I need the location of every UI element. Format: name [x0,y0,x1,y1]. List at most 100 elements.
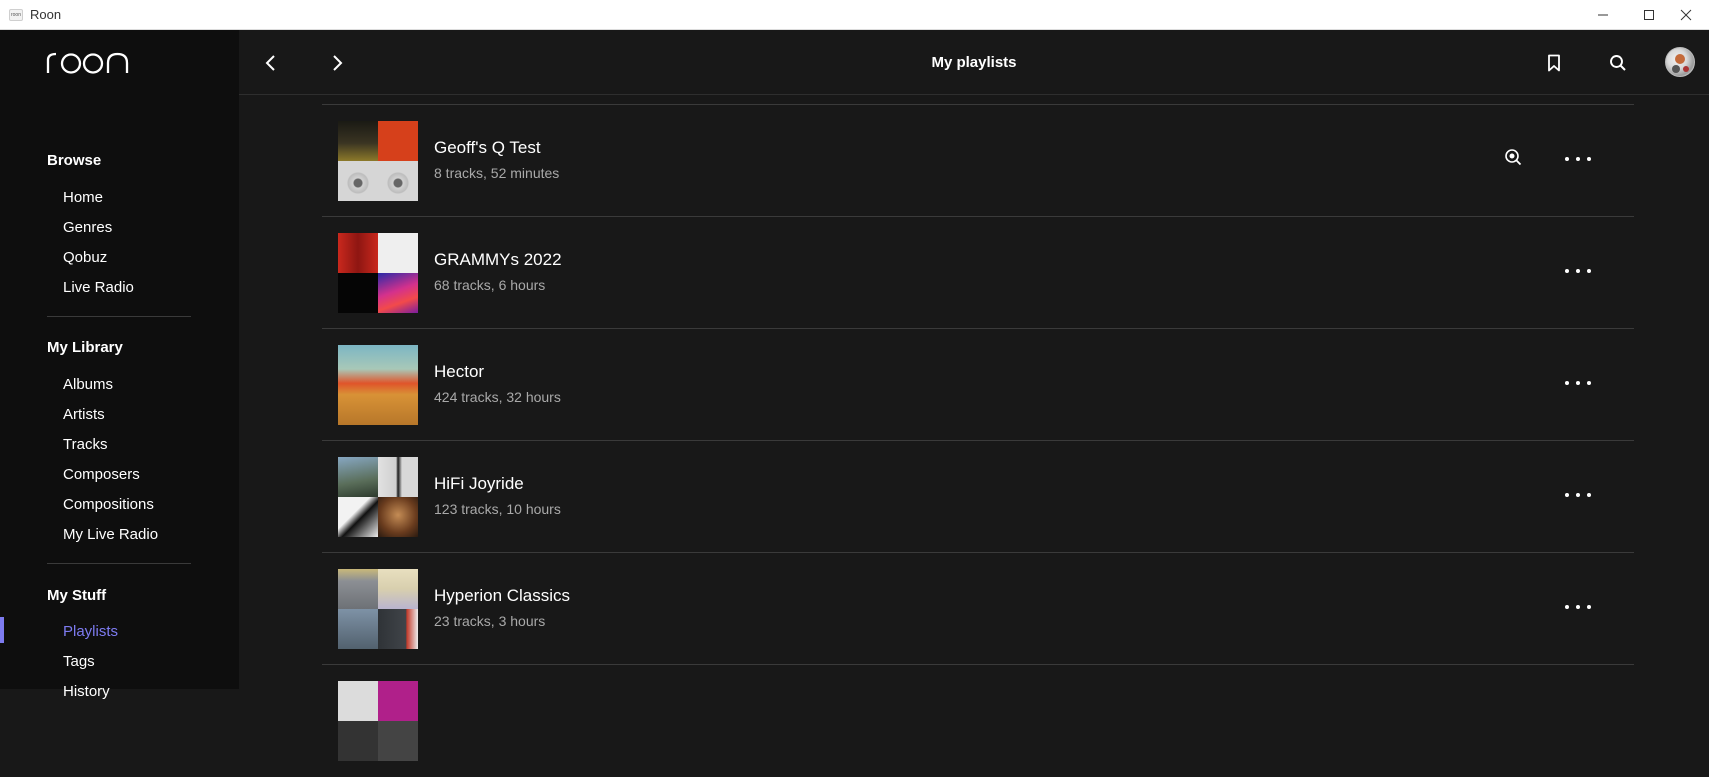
sidebar-item-tracks[interactable]: Tracks [63,436,107,453]
sidebar-item-live-radio[interactable]: Live Radio [63,279,134,296]
maximize-icon [1644,10,1654,20]
more-options-button[interactable] [1565,373,1591,393]
playlist-name[interactable]: GRAMMYs 2022 [434,250,562,270]
cover-tile [338,161,378,201]
more-options-button[interactable] [1565,261,1591,281]
close-window-button[interactable] [1663,0,1709,30]
close-icon [1680,9,1692,21]
cover-tile [338,233,378,273]
list-item[interactable]: HiFi Joyride 123 tracks, 10 hours [322,441,1634,553]
roon-logo-icon [46,52,129,74]
ellipsis-dot-icon [1587,381,1591,385]
sidebar-item-genres[interactable]: Genres [63,219,112,236]
cover-tile [338,121,378,161]
sidebar-item-home[interactable]: Home [63,189,103,206]
cover-tile [338,569,378,609]
playlist-cover [338,569,418,649]
cover-tile [338,721,378,761]
sidebar-divider [47,316,191,317]
ellipsis-dot-icon [1576,605,1580,609]
more-options-button[interactable] [1565,597,1591,617]
window-titlebar: roon Roon [0,0,1709,30]
active-indicator [0,617,4,643]
cover-tile [338,457,378,497]
sidebar-item-artists[interactable]: Artists [63,406,105,423]
sidebar: Browse Home Genres Qobuz Live Radio My L… [0,30,239,700]
my-stuff-heading[interactable]: My Stuff [47,587,106,604]
sidebar-item-compositions[interactable]: Compositions [63,496,154,513]
sidebar-item-composers[interactable]: Composers [63,466,140,483]
playlist-cover [338,457,418,537]
playlist-cover [338,121,418,201]
playlist-name[interactable]: Hector [434,362,484,382]
ellipsis-dot-icon [1587,269,1591,273]
playlist-meta: 23 tracks, 3 hours [434,613,546,629]
sidebar-item-my-live-radio[interactable]: My Live Radio [63,526,158,543]
more-options-button[interactable] [1565,485,1591,505]
ellipsis-dot-icon [1587,493,1591,497]
list-item[interactable]: Hector 424 tracks, 32 hours [322,329,1634,441]
cover-tile [338,273,378,313]
playlist-meta: 8 tracks, 52 minutes [434,165,560,181]
cover-tile [378,497,418,537]
cover-tile [378,273,418,313]
minimize-icon [1598,14,1608,16]
ellipsis-dot-icon [1565,157,1569,161]
profile-avatar[interactable] [1665,47,1695,77]
browse-heading[interactable]: Browse [47,152,101,169]
ellipsis-dot-icon [1565,269,1569,273]
cover-tile [338,609,378,649]
focus-search-icon [1505,149,1522,166]
ellipsis-dot-icon [1576,381,1580,385]
roon-logo[interactable] [46,48,130,79]
list-item[interactable]: GRAMMYs 2022 68 tracks, 6 hours [322,217,1634,329]
playlist-cover [338,233,418,313]
sidebar-item-qobuz[interactable]: Qobuz [63,249,107,266]
cover-tile [338,497,378,537]
playlist-meta: 123 tracks, 10 hours [434,501,561,517]
list-item[interactable] [322,665,1634,777]
cover-tile [378,457,418,497]
ellipsis-dot-icon [1576,493,1580,497]
sidebar-divider [47,563,191,564]
ellipsis-dot-icon [1576,157,1580,161]
cover-tile [378,681,418,721]
bookmark-icon [1548,54,1560,72]
playlist-cover [338,681,418,761]
sidebar-item-playlists[interactable]: Playlists [63,623,118,640]
search-icon [1610,55,1626,71]
playlist-name[interactable]: Geoff's Q Test [434,138,541,158]
bookmark-button[interactable] [1537,46,1571,80]
roon-app-icon: roon [9,9,23,21]
cover-tile [338,681,378,721]
cover-tile [378,233,418,273]
ellipsis-dot-icon [1565,381,1569,385]
sidebar-item-history[interactable]: History [63,683,110,700]
page-title: My playlists [931,54,1017,71]
top-header: My playlists [239,30,1709,95]
playlist-name[interactable]: Hyperion Classics [434,586,570,606]
minimize-button[interactable] [1580,0,1626,30]
list-item[interactable]: Geoff's Q Test 8 tracks, 52 minutes [322,105,1634,217]
cover-tile [378,161,418,201]
cover-tile [378,121,418,161]
more-options-button[interactable] [1565,149,1591,169]
cover-tile [378,609,418,649]
my-library-heading[interactable]: My Library [47,339,123,356]
ellipsis-dot-icon [1587,157,1591,161]
playlist-cover [338,345,418,425]
ellipsis-dot-icon [1587,605,1591,609]
search-button[interactable] [1601,46,1635,80]
sidebar-item-albums[interactable]: Albums [63,376,113,393]
sidebar-item-tags[interactable]: Tags [63,653,95,670]
playlist-meta: 424 tracks, 32 hours [434,389,561,405]
cover-tile [378,721,418,761]
cover-tile [378,569,418,609]
focus-search-button[interactable] [1504,148,1522,171]
playlist-meta: 68 tracks, 6 hours [434,277,546,293]
window-title: Roon [30,7,62,22]
playlist-name[interactable]: HiFi Joyride [434,474,524,494]
ellipsis-dot-icon [1565,493,1569,497]
ellipsis-dot-icon [1576,269,1580,273]
list-item[interactable]: Hyperion Classics 23 tracks, 3 hours [322,553,1634,665]
